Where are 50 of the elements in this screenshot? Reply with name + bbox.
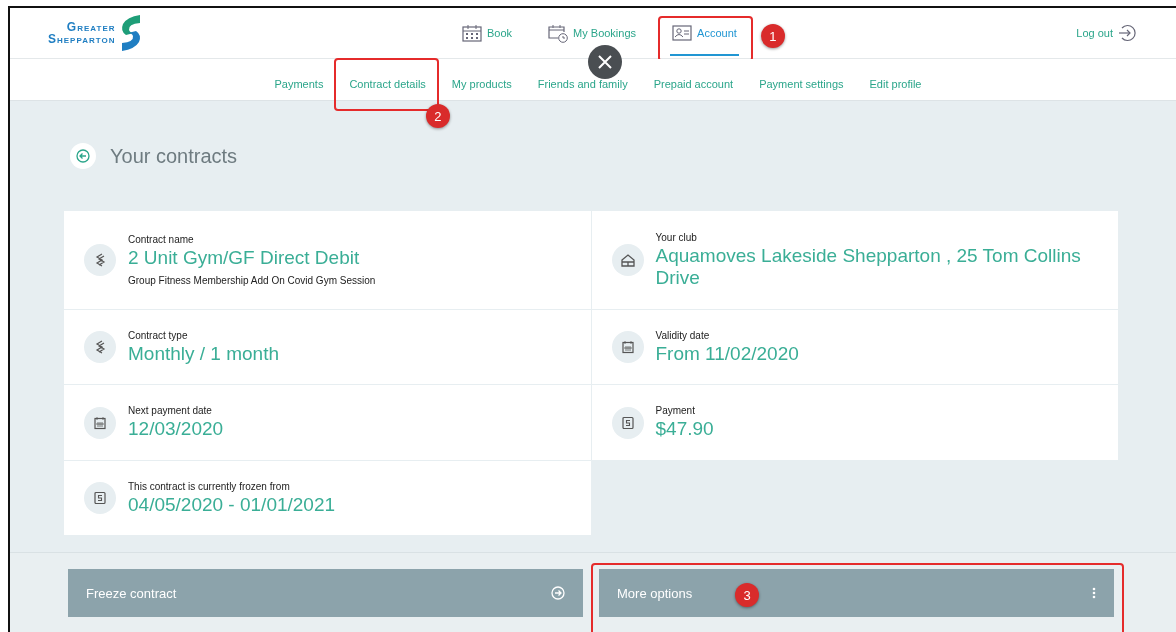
subnav-link[interactable]: Payments [274, 78, 324, 90]
dollar-icon [84, 482, 116, 514]
calendar-clock-icon [548, 23, 569, 43]
ribbon-icon [84, 244, 116, 276]
close-button[interactable] [588, 45, 622, 79]
nav-tab[interactable]: Account [670, 10, 739, 56]
subnav-link[interactable]: Edit profile [869, 78, 922, 90]
field-value: Monthly / 1 month [128, 342, 280, 365]
field-value: 12/03/2020 [128, 418, 224, 440]
field-label: This contract is currently frozen from [128, 480, 291, 492]
callout-number: 1 [760, 24, 785, 48]
nav-tab[interactable]: Book [460, 24, 515, 42]
field-value: $47.90 [655, 418, 714, 440]
close-icon [598, 55, 612, 69]
logout-link[interactable]: Log out [1076, 24, 1136, 42]
ribbon-icon [84, 331, 116, 363]
callout-number: 2 [425, 104, 450, 128]
field-value: 04/05/2020 - 01/01/2021 [128, 493, 336, 516]
back-arrow-icon [76, 149, 90, 163]
field-note: Group Fitness Membership Add On Covid Gym Session [128, 275, 376, 286]
logout-icon [1118, 24, 1136, 42]
calendar-icon [84, 406, 116, 439]
subnav-link[interactable]: Contract details [349, 78, 426, 90]
arrow-circle-icon [551, 586, 565, 600]
field-label: Contract type [128, 329, 189, 341]
field-label: Next payment date [128, 405, 213, 416]
field-value: 2 Unit Gym/GF Direct Debit [128, 247, 361, 269]
subnav-link[interactable]: Friends and family [537, 78, 628, 90]
calendar-icon [611, 331, 644, 363]
field-label: Contract name [128, 234, 195, 245]
id-card-icon [672, 25, 693, 41]
more-icon [1092, 587, 1096, 599]
subnav-link[interactable]: My products [451, 78, 512, 90]
field-label: Validity date [655, 329, 711, 341]
calendar-icon [462, 24, 482, 42]
subnav-link[interactable]: Prepaid account [653, 78, 734, 90]
dollar-icon [611, 406, 644, 439]
nav-tab[interactable]: My Bookings [546, 23, 639, 43]
field-label: Payment [655, 405, 696, 416]
logo-text: Greater [66, 21, 116, 33]
page-title: Your contracts [110, 144, 238, 168]
back-button[interactable] [70, 143, 96, 169]
field-value: From 11/02/2020 [655, 342, 799, 365]
action-button[interactable]: Freeze contract [68, 569, 583, 617]
house-icon [611, 244, 644, 276]
logo-text: Shepparton [48, 33, 116, 45]
subnav-link[interactable]: Payment settings [759, 78, 844, 90]
field-value: Aquamoves Lakeside Shepparton , 25 Tom Collins Drive [655, 244, 1082, 289]
logo-icon [119, 15, 142, 51]
field-label: Your club [655, 231, 698, 243]
